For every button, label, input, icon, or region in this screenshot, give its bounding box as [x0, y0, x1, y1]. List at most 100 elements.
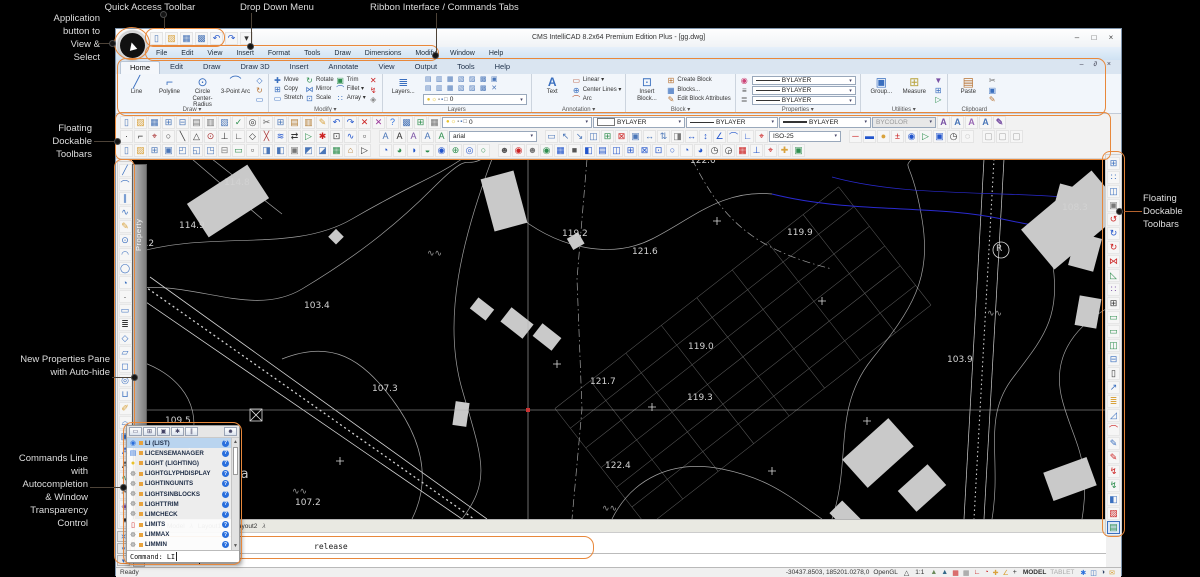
sheet-tool-icon[interactable]: ◱ — [190, 144, 203, 157]
insert-block-button[interactable]: ⊡ Insert Block... — [630, 75, 663, 105]
autocomplete-item[interactable]: ◉ LI (LIST) ? — [127, 438, 231, 448]
modify-vertical-icon[interactable]: ↻ — [1107, 241, 1120, 254]
dimension-tool-icon[interactable]: ↔ — [685, 130, 698, 143]
draw-vertical-icon[interactable]: ∥ — [119, 192, 132, 205]
quick-access-icon[interactable]: ▨ — [165, 32, 178, 45]
sheet-tool-icon[interactable]: ◩ — [302, 144, 315, 157]
ribbon-tab[interactable]: Insert — [280, 60, 319, 74]
menu-item[interactable]: Window — [443, 47, 482, 60]
status-tray-icon[interactable]: ◑ — [1101, 569, 1105, 577]
status-toggle-icon[interactable]: ▦ — [952, 569, 959, 577]
property-combo[interactable]: BYLAYER ▾ — [752, 86, 856, 95]
edit-tool-icon[interactable]: ▣ — [629, 130, 642, 143]
menu-item[interactable]: Draw — [327, 47, 357, 60]
status-toggle-icon[interactable]: + — [1013, 569, 1017, 577]
layer-dropdown[interactable]: ●☼▪▪□ 0 ▾ — [442, 117, 592, 128]
render-tool-icon[interactable]: ▦ — [554, 144, 567, 157]
ribbon-tab[interactable]: Tools — [447, 60, 485, 74]
snap-tool-icon[interactable]: ∿ — [344, 130, 357, 143]
layers-button[interactable]: ≣ Layers... — [387, 75, 420, 105]
status-tray-icon[interactable]: ◫ — [1090, 569, 1097, 577]
snap-tool-icon[interactable]: ≋ — [274, 130, 287, 143]
dimension-extra-icon[interactable]: ▬ — [863, 130, 876, 143]
text-tool-icon[interactable]: A — [407, 130, 420, 143]
render-tool-icon[interactable]: ◫ — [610, 144, 623, 157]
help-badge[interactable]: ? — [222, 460, 229, 467]
clipboard-side-button[interactable]: ✎ — [988, 95, 997, 104]
text-tool-icon[interactable]: A — [421, 130, 434, 143]
render-tool-icon[interactable]: ▤ — [596, 144, 609, 157]
ribbon-tab[interactable]: Output — [405, 60, 448, 74]
toolbar-icon[interactable]: ⊞ — [274, 116, 287, 129]
utility-side-button[interactable]: ▷ — [934, 95, 943, 104]
help-badge[interactable]: ? — [222, 470, 229, 477]
group-label-block[interactable]: Block ▾ — [626, 106, 734, 114]
sheet-tool-icon[interactable]: ⌂ — [344, 144, 357, 157]
edit-tool-icon[interactable]: ▭ — [545, 130, 558, 143]
ribbon-tab[interactable]: Draw 3D — [230, 60, 279, 74]
application-button[interactable]: ▲ — [118, 31, 147, 60]
snap-tool-icon[interactable]: ◇ — [246, 130, 259, 143]
text-style-icon[interactable]: A — [965, 116, 978, 129]
layer-combo[interactable]: ●☼▪▪□ 0 ▾ — [423, 94, 527, 105]
dimension-tool-icon[interactable]: ∟ — [741, 130, 754, 143]
toolbar-icon[interactable]: ▦ — [428, 116, 441, 129]
snap-tool-icon[interactable]: ▷ — [302, 130, 315, 143]
toolbar-icon[interactable]: ✂ — [260, 116, 273, 129]
sheet-tool-icon[interactable]: ⊟ — [218, 144, 231, 157]
color-dropdown[interactable]: BYLAYER ▾ — [593, 117, 685, 128]
modify-vertical-icon[interactable]: ↯ — [1107, 465, 1120, 478]
draw-vertical-icon[interactable]: ◯ — [119, 262, 132, 275]
dimension-extra-icon[interactable]: ▷ — [919, 130, 932, 143]
minimize-button[interactable]: – — [1069, 31, 1085, 44]
view-tool-icon[interactable]: ◔ — [379, 144, 392, 157]
dimension-tool-icon[interactable]: ⌖ — [755, 130, 768, 143]
quick-access-icon[interactable]: ↶ — [210, 32, 223, 45]
layer-state-button[interactable]: ▧ — [456, 84, 467, 93]
sheet-tool-icon[interactable]: ▦ — [330, 144, 343, 157]
modify-vertical-icon[interactable]: ▤ — [1107, 521, 1120, 534]
draw-vertical-icon[interactable]: ╱ — [119, 164, 132, 177]
menu-item[interactable]: View — [200, 47, 229, 60]
dimension-extra-icon[interactable]: ─ — [849, 130, 862, 143]
dimension-extra-icon[interactable]: ◉ — [905, 130, 918, 143]
command-history[interactable]: release — [132, 532, 1106, 553]
draw-vertical-icon[interactable]: ▱ — [119, 346, 132, 359]
draw-vertical-icon[interactable]: ◇ — [119, 332, 132, 345]
block-button[interactable]: ⊞ Create Block — [666, 76, 730, 85]
modify-vertical-icon[interactable]: ◧ — [1107, 493, 1120, 506]
draw-vertical-icon[interactable]: ⊔ — [119, 388, 132, 401]
toolbar-icon[interactable]: ▤ — [288, 116, 301, 129]
modify-vertical-icon[interactable]: ⊞ — [1107, 157, 1120, 170]
autocomplete-item[interactable]: ☸ LIGHTTRIM ? — [127, 499, 231, 509]
snap-tool-icon[interactable]: ╳ — [260, 130, 273, 143]
toolbar-icon[interactable]: ✕ — [372, 116, 385, 129]
modify-vertical-icon[interactable]: ↺ — [1107, 213, 1120, 226]
status-tray-icon[interactable]: ✱ — [1080, 569, 1086, 577]
toolbar-icon[interactable]: ▦ — [148, 116, 161, 129]
text-style-icon[interactable]: A — [951, 116, 964, 129]
snap-tool-icon[interactable]: ⇄ — [288, 130, 301, 143]
properties-side-button[interactable]: ◉ — [740, 76, 749, 85]
text-tool-icon[interactable]: A — [379, 130, 392, 143]
dimension-extra-icon[interactable]: ± — [891, 130, 904, 143]
modify-vertical-icon[interactable]: ⊞ — [1107, 297, 1120, 310]
annotation-button[interactable]: ⊕ Center Lines ▾ — [572, 86, 622, 95]
modify-button[interactable]: ∷ Array ▾ — [336, 94, 366, 103]
modify-vertical-icon[interactable]: ▭ — [1107, 325, 1120, 338]
popup-tool-button[interactable]: ⊞ — [143, 427, 156, 436]
modify-button[interactable]: ✚ Move — [273, 76, 303, 85]
render-tool-icon[interactable]: ◉ — [512, 144, 525, 157]
menu-item[interactable]: Tools — [297, 47, 327, 60]
block-button[interactable]: ✎ Edit Block Attributes — [666, 95, 730, 104]
layer-state-button[interactable]: ▩ — [478, 84, 489, 93]
autocomplete-item[interactable]: ☸ LIGHTSINBLOCKS ? — [127, 489, 231, 499]
toolbar-icon[interactable]: ↶ — [330, 116, 343, 129]
snap-tool-icon[interactable]: △ — [190, 130, 203, 143]
annotation-button[interactable]: ▭ Linear ▾ — [572, 76, 622, 85]
modify-vertical-icon[interactable]: ≣ — [1107, 395, 1120, 408]
dimstyle-dropdown[interactable]: ISO-25 ▾ — [769, 131, 841, 142]
render-tool-icon[interactable]: ◉ — [540, 144, 553, 157]
ribbon-big-button[interactable]: ⊙ Circle Center-Radius — [186, 75, 219, 105]
popup-tool-button[interactable]: ▭ — [129, 427, 142, 436]
